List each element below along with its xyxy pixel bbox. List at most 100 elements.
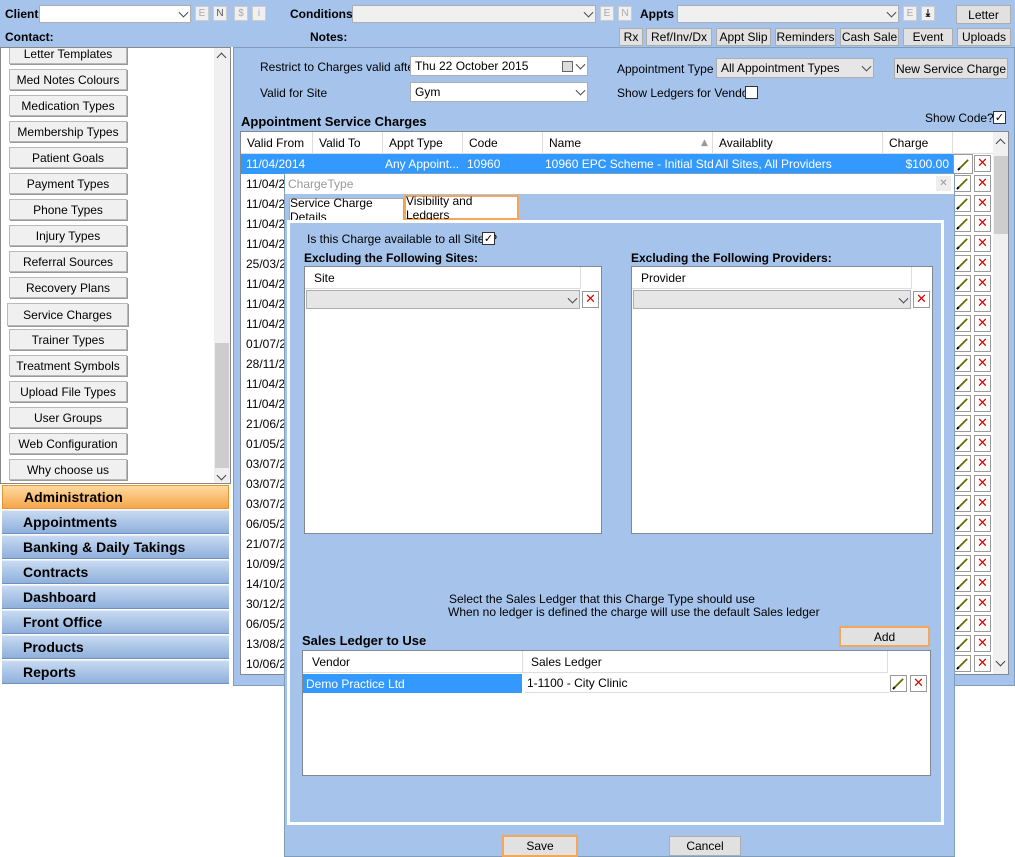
delete-icon[interactable]: ✕: [974, 215, 991, 232]
table-row-valid-from[interactable]: 01/05/2: [246, 437, 286, 451]
edit-icon[interactable]: [954, 595, 971, 612]
sidebar-item-trainer-types[interactable]: Trainer Types: [9, 329, 127, 350]
nav-dashboard[interactable]: Dashboard: [2, 585, 229, 609]
chevron-down-icon[interactable]: [995, 656, 1006, 667]
edit-icon[interactable]: [954, 235, 971, 252]
appts-e-button[interactable]: E: [903, 6, 917, 21]
client-dollar-button[interactable]: $: [234, 6, 248, 21]
appt-type-combo[interactable]: All Appointment Types: [716, 58, 874, 78]
show-code-checkbox[interactable]: ✓: [993, 111, 1006, 124]
excl-providers-col-provider[interactable]: Provider: [632, 267, 912, 289]
table-row-valid-from[interactable]: 13/08/2: [246, 637, 286, 651]
delete-icon[interactable]: ✕: [974, 255, 991, 272]
edit-icon[interactable]: [954, 455, 971, 472]
sidebar-item-service-charges[interactable]: Service Charges: [7, 303, 128, 326]
table-row-valid-from[interactable]: 11/04/2: [246, 197, 285, 211]
appts-combo[interactable]: [677, 5, 899, 23]
sidebar-item-med-notes-colours[interactable]: Med Notes Colours: [9, 69, 127, 90]
delete-icon[interactable]: ✕: [974, 295, 991, 312]
col-appt-type[interactable]: Appt Type: [383, 132, 463, 154]
delete-icon[interactable]: ✕: [974, 375, 991, 392]
edit-icon[interactable]: [954, 195, 971, 212]
table-row-valid-from[interactable]: 06/05/2: [246, 517, 286, 531]
delete-icon[interactable]: ✕: [974, 155, 991, 172]
cancel-button[interactable]: Cancel: [669, 836, 741, 856]
table-row-valid-from[interactable]: 10/09/2: [246, 557, 286, 571]
edit-icon[interactable]: [954, 535, 971, 552]
col-name[interactable]: Name: [543, 132, 713, 154]
table-row-valid-from[interactable]: 28/11/2: [246, 357, 285, 371]
event-button[interactable]: Event: [903, 28, 953, 46]
delete-icon[interactable]: ✕: [974, 195, 991, 212]
nav-front-office[interactable]: Front Office: [2, 610, 229, 634]
chevron-up-icon[interactable]: [216, 52, 227, 63]
tab-visibility-ledgers[interactable]: Visibility and Ledgers: [404, 194, 519, 222]
sidebar-item-recovery-plans[interactable]: Recovery Plans: [9, 277, 127, 298]
table-row-valid-from[interactable]: 11/04/2: [246, 397, 285, 411]
table-row-valid-from[interactable]: 06/05/2: [246, 617, 286, 631]
rx-button[interactable]: Rx: [619, 28, 643, 46]
nav-banking-daily-takings[interactable]: Banking & Daily Takings: [2, 535, 229, 559]
table-row-valid-from[interactable]: 03/07/2: [246, 497, 286, 511]
sidebar-item-phone-types[interactable]: Phone Types: [9, 199, 127, 220]
table-row-valid-from[interactable]: 11/04/2: [246, 277, 285, 291]
delete-icon[interactable]: ✕: [913, 291, 930, 308]
edit-icon[interactable]: [954, 495, 971, 512]
delete-icon[interactable]: ✕: [974, 435, 991, 452]
sidebar-item-letter-templates[interactable]: Letter Templates: [9, 48, 127, 64]
grid-scroll-thumb[interactable]: [994, 156, 1008, 234]
new-service-charge-button[interactable]: New Service Charge: [894, 58, 1008, 79]
save-button[interactable]: Save: [502, 835, 578, 857]
grid-scrollbar[interactable]: [993, 132, 1008, 674]
table-row-valid-from[interactable]: 11/04/2: [246, 297, 285, 311]
edit-icon[interactable]: [954, 435, 971, 452]
table-row-valid-from[interactable]: 11/04/2: [246, 177, 285, 191]
table-row-valid-from[interactable]: 21/07/2: [246, 537, 286, 551]
edit-icon[interactable]: [954, 355, 971, 372]
excl-sites-col-site[interactable]: Site: [305, 267, 581, 289]
sidebar-item-upload-file-types[interactable]: Upload File Types: [9, 381, 127, 402]
delete-icon[interactable]: ✕: [974, 355, 991, 372]
sidebar-item-web-configuration[interactable]: Web Configuration: [9, 433, 127, 454]
sidebar-item-membership-types[interactable]: Membership Types: [9, 121, 127, 142]
edit-icon[interactable]: [954, 375, 971, 392]
delete-icon[interactable]: ✕: [974, 535, 991, 552]
delete-icon[interactable]: ✕: [974, 335, 991, 352]
edit-icon[interactable]: [954, 395, 971, 412]
table-row-valid-from[interactable]: 11/04/2: [246, 317, 285, 331]
edit-icon[interactable]: [954, 175, 971, 192]
edit-icon[interactable]: [954, 515, 971, 532]
nav-reports[interactable]: Reports: [2, 660, 229, 684]
edit-icon[interactable]: [954, 295, 971, 312]
client-n-button[interactable]: N: [213, 6, 227, 21]
delete-icon[interactable]: ✕: [974, 235, 991, 252]
add-ledger-button[interactable]: Add: [839, 626, 930, 647]
sidebar-item-treatment-symbols[interactable]: Treatment Symbols: [9, 355, 127, 376]
ledger-col-sales-ledger[interactable]: Sales Ledger: [523, 651, 888, 673]
show-ledgers-checkbox[interactable]: [745, 86, 758, 99]
edit-icon[interactable]: [954, 275, 971, 292]
delete-icon[interactable]: ✕: [974, 415, 991, 432]
nav-appointments[interactable]: Appointments: [2, 510, 229, 534]
delete-icon[interactable]: ✕: [910, 675, 927, 692]
delete-icon[interactable]: ✕: [974, 575, 991, 592]
sidebar-item-user-groups[interactable]: User Groups: [9, 407, 127, 428]
table-row-selected[interactable]: 11/04/2014 Any Appoint... 10960 10960 EP…: [241, 154, 953, 174]
client-e-button[interactable]: E: [195, 6, 209, 21]
delete-icon[interactable]: ✕: [974, 635, 991, 652]
nav-contracts[interactable]: Contracts: [2, 560, 229, 584]
edit-icon[interactable]: [954, 475, 971, 492]
client-info-button[interactable]: i: [252, 6, 266, 21]
delete-icon[interactable]: ✕: [974, 615, 991, 632]
delete-icon[interactable]: ✕: [974, 315, 991, 332]
sidebar-item-referral-sources[interactable]: Referral Sources: [9, 251, 127, 272]
col-charge[interactable]: Charge: [883, 132, 953, 154]
delete-icon[interactable]: ✕: [974, 455, 991, 472]
table-row-valid-from[interactable]: 11/04/2: [246, 217, 285, 231]
table-row-valid-from[interactable]: 14/10/2: [246, 577, 286, 591]
ledger-row[interactable]: Demo Practice Ltd 1-1100 - City Clinic ✕: [303, 674, 930, 694]
col-availability[interactable]: Availablity: [713, 132, 883, 154]
delete-icon[interactable]: ✕: [974, 275, 991, 292]
letter-button[interactable]: Letter: [956, 5, 1011, 24]
uploads-button[interactable]: Uploads: [957, 28, 1011, 46]
